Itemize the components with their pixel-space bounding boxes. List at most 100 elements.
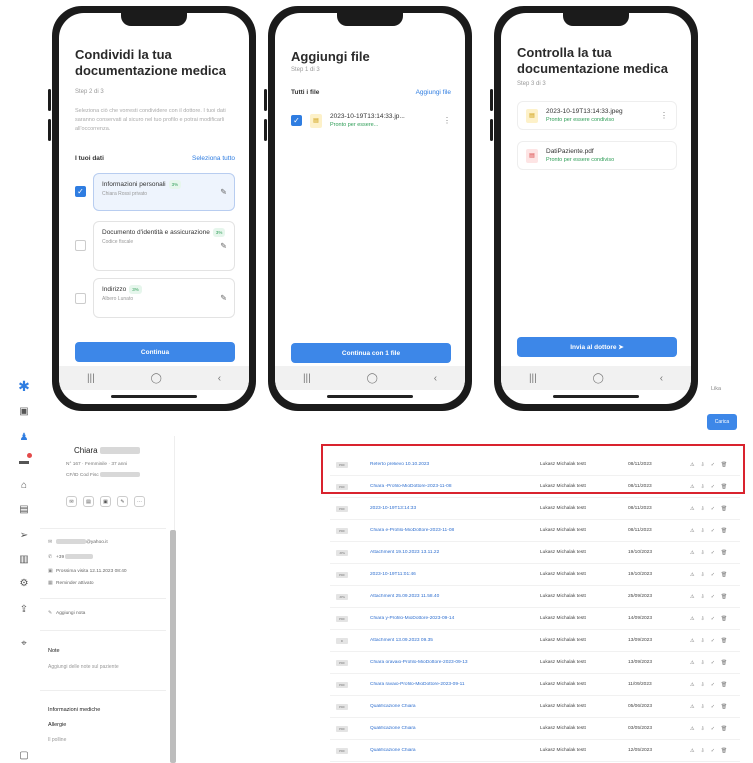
document-name-link[interactable]: Attachment 25.09.2023 11.58.40 [370,594,540,599]
continue-button[interactable]: Continua [75,342,235,362]
documents-icon[interactable]: ▤ [18,504,30,516]
more-options-icon[interactable]: ⋮ [660,111,668,120]
document-name-link[interactable]: 2023-10-19T11:01:46 [370,572,540,577]
delete-icon[interactable]: 🗑 [721,528,727,534]
file-checkbox[interactable]: ✓ [291,115,302,126]
document-icon[interactable]: ▤ [83,496,94,507]
file-card[interactable]: ▤ 2023-10-19T13:14:33.jpeg Pronto per es… [517,101,677,130]
download-icon[interactable]: ⇩ [700,682,704,688]
recents-icon[interactable]: ||| [303,373,311,384]
home-icon[interactable]: ◯ [367,373,378,384]
document-name-link[interactable]: 2023-10-19T13:14:33 [370,506,540,511]
home-icon[interactable]: ◯ [151,373,162,384]
check-icon[interactable]: ✓ [711,594,715,600]
recents-icon[interactable]: ||| [87,373,95,384]
table-row[interactable]: PDF 2023-10-19T13:14:33 Lukasz Michalak te… [330,498,740,520]
file-row[interactable]: ✓ ▤ 2023-10-19T13:14:33.jp... Pronto per… [291,113,451,128]
notes-input[interactable]: Aggiungi delle note sul paziente [48,664,119,670]
warning-icon[interactable]: ⚠ [690,506,694,512]
select-all-link[interactable]: Seleziona tutto [192,155,235,162]
message-icon[interactable]: ✉ [66,496,77,507]
document-name-link[interactable]: Qualificazione Chiara [370,704,540,709]
warning-icon[interactable]: ⚠ [690,594,694,600]
send-to-doctor-button[interactable]: Invia al dottore ➤ [517,337,677,357]
download-icon[interactable]: ⇩ [700,638,704,644]
continue-with-files-button[interactable]: Continua con 1 file [291,343,451,363]
analytics-icon[interactable]: ⌂ [18,480,30,492]
warning-icon[interactable]: ⚠ [690,660,694,666]
upload-document-button[interactable]: Carica [707,414,737,430]
table-row[interactable]: D Attachment 13.09.2023 09.35 Lukasz Micha… [330,630,740,652]
download-icon[interactable]: ⇩ [700,550,704,556]
more-actions-icon[interactable]: ⋯ [134,496,145,507]
footer-icon[interactable]: ▢ [18,750,30,762]
checkbox-address[interactable] [75,293,86,304]
delete-icon[interactable]: 🗑 [721,638,727,644]
table-row[interactable]: PDF Chiara e-Profilo-MioDottore-2023-11-0… [330,520,740,542]
warning-icon[interactable]: ⚠ [690,748,694,754]
download-icon[interactable]: ⇩ [700,748,704,754]
check-icon[interactable]: ✓ [711,682,715,688]
check-icon[interactable]: ✓ [711,528,715,534]
chat-icon[interactable]: ▬ [18,453,32,468]
patients-icon[interactable]: ♟ [18,432,30,444]
delete-icon[interactable]: 🗑 [721,682,727,688]
warning-icon[interactable]: ⚠ [690,726,694,732]
download-icon[interactable]: ⇩ [700,704,704,710]
table-row[interactable]: PDF Chiara y-Profilo-MioDottore-2023-09-1… [330,608,740,630]
warning-icon[interactable]: ⚠ [690,704,694,710]
check-icon[interactable]: ✓ [711,638,715,644]
warning-icon[interactable]: ⚠ [690,572,694,578]
document-name-link[interactable]: Chiara ravaio-Profilo-MioDottore-2023-09… [370,682,540,687]
document-name-link[interactable]: Qualificazione Chiara [370,748,540,753]
delete-icon[interactable]: 🗑 [721,616,727,622]
checkbox-id-insurance[interactable] [75,240,86,251]
document-name-link[interactable]: Chiara oravaio-Profilo-MioDottore-2023-0… [370,660,540,665]
delete-icon[interactable]: 🗑 [721,726,727,732]
check-icon[interactable]: ✓ [711,616,715,622]
add-note-link[interactable]: ✎ Aggiungi nota [48,611,85,616]
table-row[interactable]: PDF Chiara oravaio-Profilo-MioDottore-202… [330,652,740,674]
add-file-link[interactable]: Aggiungi file [416,89,451,96]
back-icon[interactable]: ‹ [218,373,221,384]
profile-scrollbar[interactable] [170,530,176,763]
printer-icon[interactable]: ▥ [18,554,30,566]
delete-icon[interactable]: 🗑 [721,572,727,578]
table-row[interactable]: JPG Attachment 19.10.2023 13.11.22 Lukasz … [330,542,740,564]
upload-icon[interactable]: ⇪ [18,604,30,616]
delete-icon[interactable]: 🗑 [721,660,727,666]
download-icon[interactable]: ⇩ [700,572,704,578]
table-row[interactable]: PDF 2023-10-19T11:01:46 Lukasz Michalak te… [330,564,740,586]
table-row[interactable]: PDF Qualificazione ChiaraLukasz Michalak … [330,696,740,718]
download-icon[interactable]: ⇩ [700,616,704,622]
document-name-link[interactable]: Attachment 19.10.2023 13.11.22 [370,550,540,555]
download-icon[interactable]: ⇩ [700,726,704,732]
calendar-action-icon[interactable]: ▣ [100,496,111,507]
delete-icon[interactable]: 🗑 [721,594,727,600]
table-row[interactable]: JPG Attachment 25.09.2023 11.58.40 Lukasz … [330,586,740,608]
document-name-link[interactable]: Attachment 13.09.2023 09.35 [370,638,540,643]
table-row[interactable]: PDF Qualificazione ChiaraLukasz Michalak … [330,740,740,762]
warning-icon[interactable]: ⚠ [690,528,694,534]
settings-icon[interactable]: ⚙ [18,578,30,590]
calendar-icon[interactable]: ▣ [18,406,30,418]
table-row[interactable]: PDF Qualificazione ChiaraLukasz Michalak … [330,718,740,740]
more-options-icon[interactable]: ⋮ [443,116,451,125]
more-icon[interactable]: ⌖ [18,638,30,650]
check-icon[interactable]: ✓ [711,506,715,512]
document-name-link[interactable]: Qualificazione Chiara [370,726,540,731]
edit-pencil-icon[interactable]: ✎ [220,242,227,251]
warning-icon[interactable]: ⚠ [690,616,694,622]
delete-icon[interactable]: 🗑 [721,506,727,512]
checkbox-personal-info[interactable]: ✓ [75,186,86,197]
card-id-insurance[interactable]: Documento d'identità e assicurazione 3% C… [93,221,235,271]
edit-pencil-icon[interactable]: ✎ [220,188,227,197]
card-address[interactable]: Indirizzo 3% Albero Lunato ✎ [93,278,235,318]
table-row[interactable]: PDF Chiara ravaio-Profilo-MioDottore-2023… [330,674,740,696]
file-card[interactable]: ▤ DatiPaziente.pdf Pronto per essere con… [517,141,677,170]
edit-icon[interactable]: ✎ [117,496,128,507]
recents-icon[interactable]: ||| [529,373,537,384]
warning-icon[interactable]: ⚠ [690,638,694,644]
download-icon[interactable]: ⇩ [700,660,704,666]
home-icon[interactable]: ◯ [593,373,604,384]
